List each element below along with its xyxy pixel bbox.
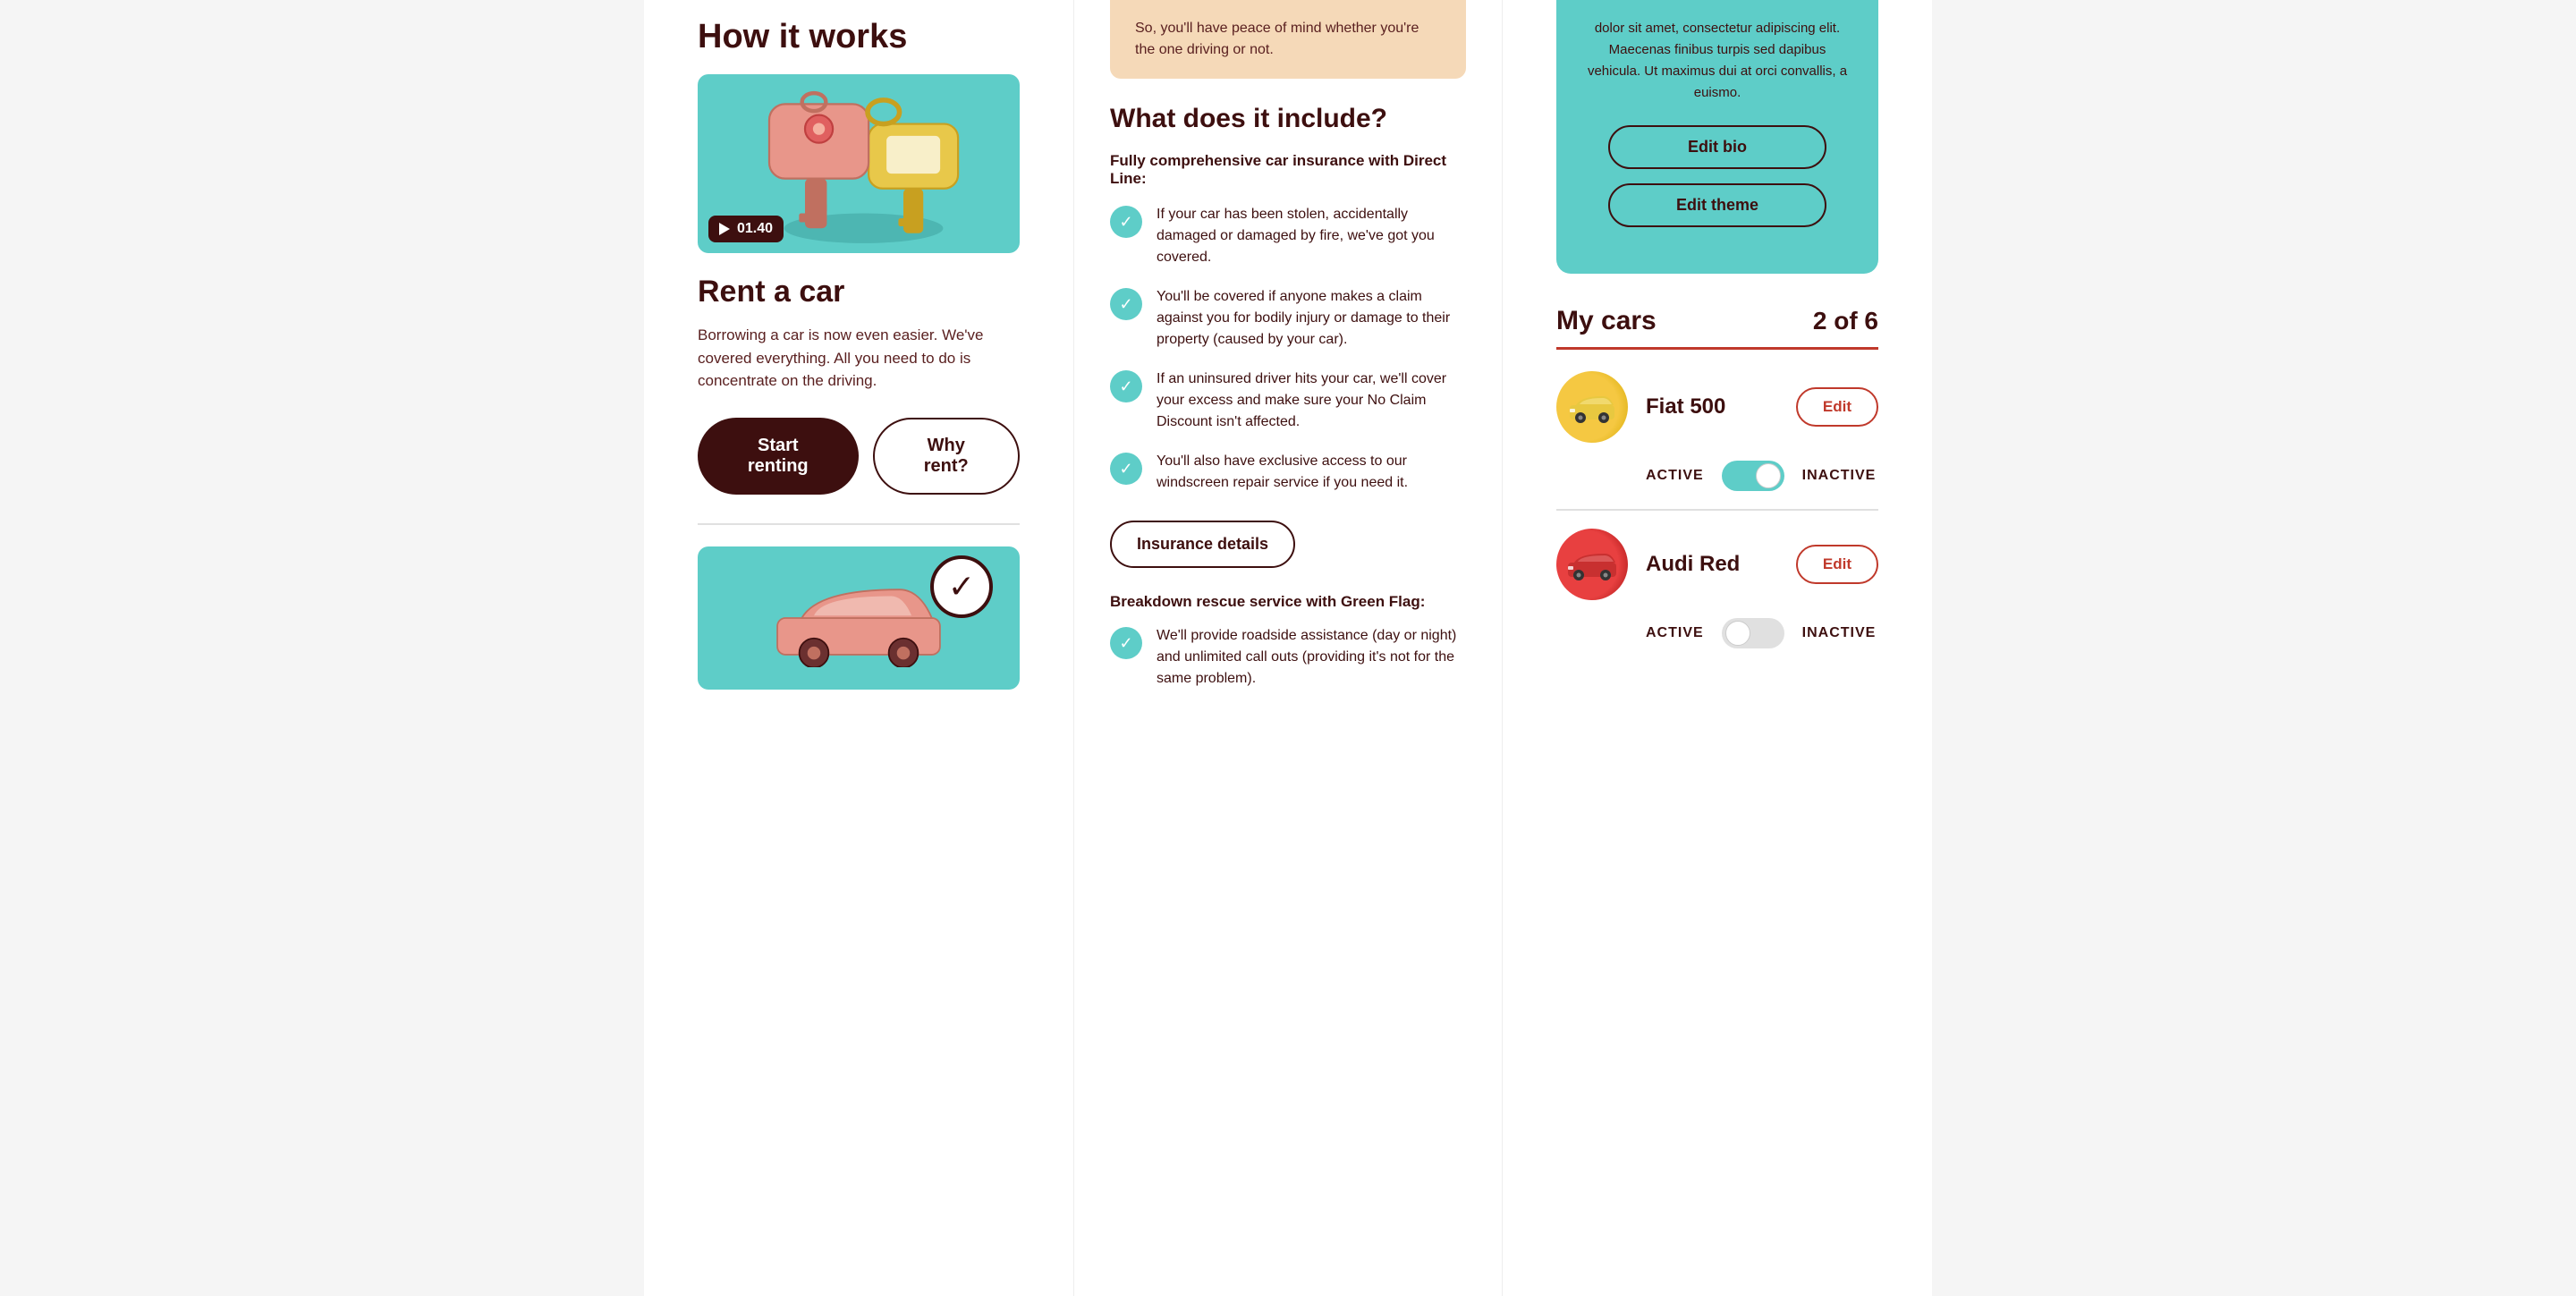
- cars-count: 2 of 6: [1813, 307, 1878, 335]
- audi-car-icon: [1565, 546, 1619, 582]
- check-text-4: You'll also have exclusive access to our…: [1157, 451, 1466, 494]
- edit-bio-button[interactable]: Edit bio: [1608, 125, 1826, 169]
- check-text-3: If an uninsured driver hits your car, we…: [1157, 368, 1466, 433]
- check-circle-big: ✓: [930, 555, 993, 618]
- fiat-toggle-row: ACTIVE INACTIVE: [1646, 461, 1878, 491]
- play-badge[interactable]: 01.40: [708, 216, 784, 242]
- check-icon-1: ✓: [1110, 206, 1142, 238]
- my-cars-divider: [1556, 347, 1878, 350]
- audi-active-label: ACTIVE: [1646, 625, 1704, 641]
- why-rent-button[interactable]: Why rent?: [873, 418, 1020, 495]
- audi-toggle-thumb: [1725, 621, 1750, 646]
- profile-section: dolor sit amet, consectetur adipiscing e…: [1556, 0, 1878, 274]
- video-thumbnail[interactable]: 01.40: [698, 74, 1020, 253]
- my-cars-title: My cars: [1556, 306, 1657, 336]
- fiat-avatar: [1556, 371, 1628, 443]
- check-item-3: ✓ If an uninsured driver hits your car, …: [1110, 368, 1466, 433]
- fiat-name: Fiat 500: [1646, 394, 1778, 419]
- middle-column: So, you'll have peace of mind whether yo…: [1073, 0, 1503, 1296]
- rent-a-car-title: Rent a car: [698, 275, 1020, 309]
- audi-toggle[interactable]: [1722, 618, 1784, 648]
- bio-text: dolor sit amet, consectetur adipiscing e…: [1581, 18, 1853, 104]
- how-it-works-title: How it works: [698, 18, 1020, 56]
- check-icon-2: ✓: [1110, 288, 1142, 320]
- fiat-car-icon: [1565, 389, 1619, 425]
- rent-description: Borrowing a car is now even easier. We'v…: [698, 324, 1020, 393]
- breakdown-title: Breakdown rescue service with Green Flag…: [1110, 593, 1466, 611]
- breakdown-check-text: We'll provide roadside assistance (day o…: [1157, 625, 1466, 690]
- right-column: dolor sit amet, consectetur adipiscing e…: [1503, 0, 1932, 1296]
- fiat-active-label: ACTIVE: [1646, 468, 1704, 484]
- edit-theme-button[interactable]: Edit theme: [1608, 183, 1826, 227]
- insurance-details-button[interactable]: Insurance details: [1110, 521, 1295, 568]
- insurance-illustration: ✓: [698, 546, 1020, 690]
- my-cars-header: My cars 2 of 6: [1556, 306, 1878, 336]
- video-time: 01.40: [737, 221, 773, 237]
- car-row-1: Fiat 500 Edit: [1556, 371, 1878, 443]
- audi-avatar: [1556, 529, 1628, 600]
- action-buttons: Start renting Why rent?: [698, 418, 1020, 495]
- fiat-toggle[interactable]: [1722, 461, 1784, 491]
- car-svg: [769, 569, 948, 667]
- check-text-2: You'll be covered if anyone makes a clai…: [1157, 286, 1466, 351]
- fiat-inactive-label: INACTIVE: [1802, 468, 1877, 484]
- breakdown-check-icon: ✓: [1110, 627, 1142, 659]
- divider: [698, 523, 1020, 525]
- banner-text: So, you'll have peace of mind whether yo…: [1135, 21, 1419, 57]
- check-icon-3: ✓: [1110, 370, 1142, 402]
- car-row-2: Audi Red Edit: [1556, 529, 1878, 600]
- cars-divider: [1556, 509, 1878, 511]
- check-item-2: ✓ You'll be covered if anyone makes a cl…: [1110, 286, 1466, 351]
- check-item-4: ✓ You'll also have exclusive access to o…: [1110, 451, 1466, 494]
- check-icon-4: ✓: [1110, 453, 1142, 485]
- audi-inactive-label: INACTIVE: [1802, 625, 1877, 641]
- check-text-1: If your car has been stolen, accidentall…: [1157, 204, 1466, 268]
- check-item-1: ✓ If your car has been stolen, accidenta…: [1110, 204, 1466, 268]
- audi-edit-button[interactable]: Edit: [1796, 545, 1878, 584]
- play-icon: [719, 223, 730, 235]
- direct-line-subtitle: Fully comprehensive car insurance with D…: [1110, 152, 1466, 188]
- audi-toggle-row: ACTIVE INACTIVE: [1646, 618, 1878, 648]
- audi-name: Audi Red: [1646, 552, 1778, 577]
- orange-banner: So, you'll have peace of mind whether yo…: [1110, 0, 1466, 79]
- left-column: How it works: [644, 0, 1073, 1296]
- fiat-toggle-thumb: [1756, 463, 1781, 488]
- breakdown-check-item: ✓ We'll provide roadside assistance (day…: [1110, 625, 1466, 690]
- what-include-title: What does it include?: [1110, 104, 1466, 134]
- fiat-edit-button[interactable]: Edit: [1796, 387, 1878, 427]
- start-renting-button[interactable]: Start renting: [698, 418, 859, 495]
